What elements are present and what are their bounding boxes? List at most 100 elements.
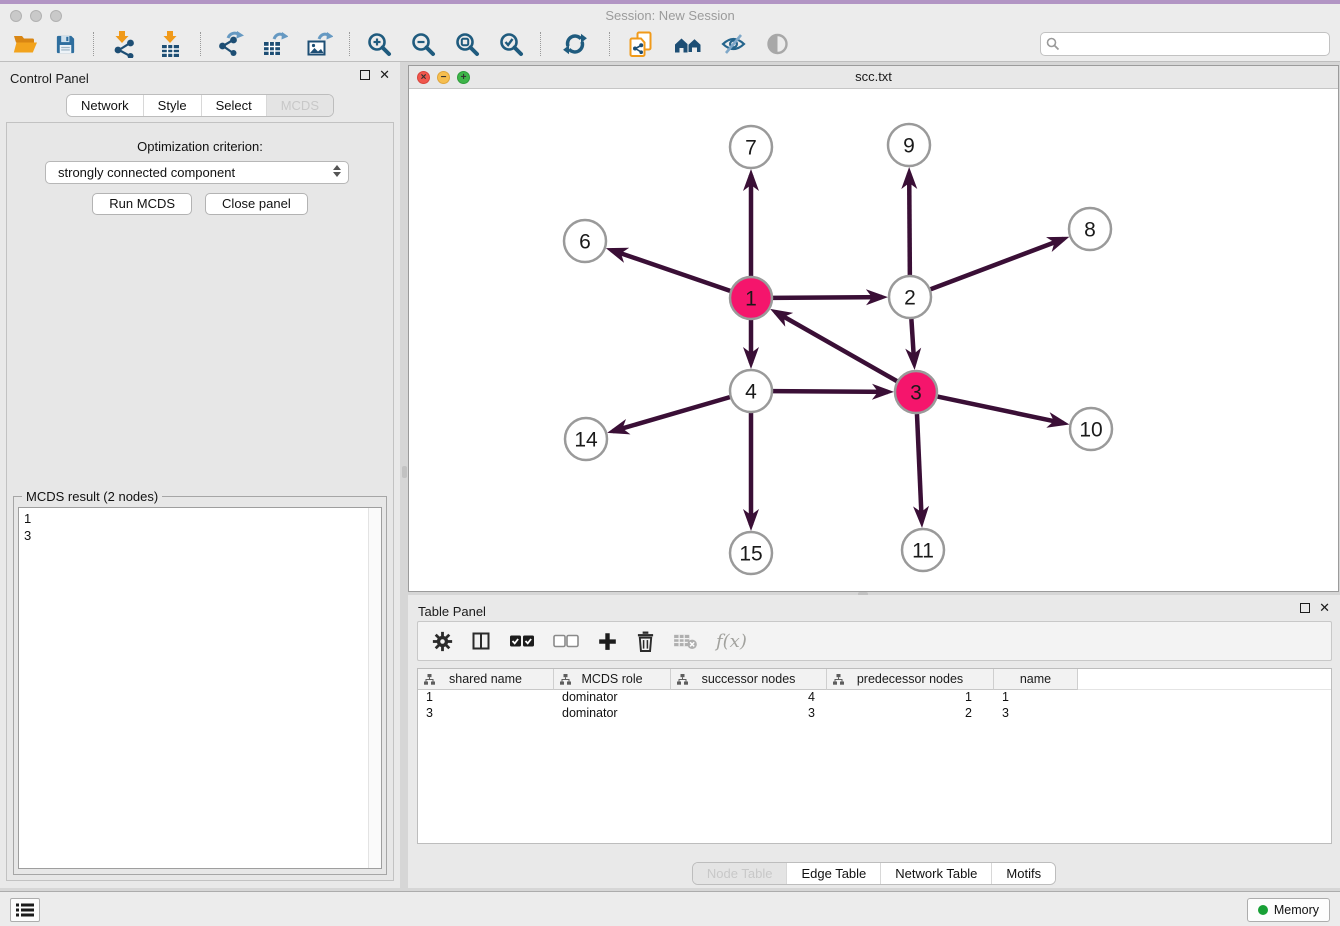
graph-node-3[interactable]: 3 xyxy=(895,371,937,413)
zoom-out-button[interactable] xyxy=(401,28,445,60)
result-scrollbar[interactable] xyxy=(368,508,381,868)
graph-node-8[interactable]: 8 xyxy=(1069,208,1111,250)
import-network-button[interactable] xyxy=(101,28,147,60)
split-columns-icon xyxy=(471,631,491,651)
graph-node-15[interactable]: 15 xyxy=(730,532,772,574)
toolbar-divider xyxy=(609,32,610,56)
table-tab-motifs[interactable]: Motifs xyxy=(991,863,1055,884)
export-network-button[interactable] xyxy=(208,28,252,60)
refresh-icon xyxy=(562,31,588,57)
graph-edge-4-14[interactable] xyxy=(613,397,730,431)
table-cell[interactable]: dominator xyxy=(554,690,671,706)
import-table-icon xyxy=(156,30,184,58)
table-tab-node-table[interactable]: Node Table xyxy=(693,863,787,884)
eye-icon xyxy=(765,32,790,56)
add-column-button[interactable] xyxy=(597,631,618,652)
column-settings-button[interactable] xyxy=(432,631,453,652)
save-session-button[interactable] xyxy=(44,28,86,60)
export-table-button[interactable] xyxy=(252,28,296,60)
select-all-button[interactable] xyxy=(509,634,535,648)
table-cell[interactable]: 3 xyxy=(994,706,1078,722)
graph-edge-2-8[interactable] xyxy=(931,239,1064,289)
hide-graphics-details-button[interactable] xyxy=(711,28,755,60)
table-cell[interactable]: 3 xyxy=(418,706,554,722)
clone-network-button[interactable] xyxy=(617,28,665,60)
table-cell[interactable]: 2 xyxy=(827,706,994,722)
zoom-fit-button[interactable] xyxy=(445,28,489,60)
open-session-button[interactable] xyxy=(6,28,44,60)
apply-function-button[interactable]: f(x) xyxy=(716,631,747,652)
delete-table-button[interactable] xyxy=(673,632,698,650)
float-panel-icon[interactable] xyxy=(360,70,370,80)
table-tab-network-table[interactable]: Network Table xyxy=(880,863,991,884)
network-canvas[interactable]: 7 9 6 8 1 2 4 3 14 10 15 11 xyxy=(409,89,1338,591)
optimization-criterion-label: Optimization criterion: xyxy=(7,139,393,154)
deselect-all-button[interactable] xyxy=(553,634,579,648)
search-input[interactable] xyxy=(1040,32,1330,56)
graph-node-9[interactable]: 9 xyxy=(888,124,930,166)
table-cell[interactable]: dominator xyxy=(554,706,671,722)
mcds-tab-content: Optimization criterion: strongly connect… xyxy=(6,122,394,881)
delete-columns-button[interactable] xyxy=(636,631,655,652)
table-cell[interactable]: 1 xyxy=(827,690,994,706)
graph-edge-2-3[interactable] xyxy=(911,319,914,364)
column-header-name[interactable]: name xyxy=(994,669,1078,690)
split-panel-button[interactable] xyxy=(471,631,491,651)
graph-node-4[interactable]: 4 xyxy=(730,370,772,412)
graph-node-11[interactable]: 11 xyxy=(902,529,944,571)
table-cell[interactable]: 3 xyxy=(671,706,827,722)
column-header-label: MCDS role xyxy=(581,672,642,686)
mcds-result-title: MCDS result (2 nodes) xyxy=(22,489,162,504)
table-row[interactable]: 1dominator411 xyxy=(418,690,1331,706)
clone-network-icon xyxy=(628,30,655,58)
first-neighbors-button[interactable] xyxy=(665,28,711,60)
close-table-panel-icon[interactable]: ✕ xyxy=(1319,603,1330,613)
control-tab-mcds[interactable]: MCDS xyxy=(266,95,333,116)
memory-status-icon xyxy=(1258,905,1268,915)
close-panel-icon[interactable]: ✕ xyxy=(379,70,390,80)
table-cell[interactable]: 4 xyxy=(671,690,827,706)
float-table-panel-icon[interactable] xyxy=(1300,603,1310,613)
table-cell[interactable]: 1 xyxy=(418,690,554,706)
graph-edge-4-3[interactable] xyxy=(773,391,888,392)
control-tab-style[interactable]: Style xyxy=(143,95,201,116)
graph-node-6[interactable]: 6 xyxy=(564,220,606,262)
run-mcds-button[interactable]: Run MCDS xyxy=(92,193,192,215)
memory-button[interactable]: Memory xyxy=(1247,898,1330,922)
graph-edge-1-2[interactable] xyxy=(773,297,882,298)
criterion-dropdown[interactable]: strongly connected component xyxy=(45,161,349,184)
graph-edge-1-6[interactable] xyxy=(611,250,730,291)
graph-edge-3-1[interactable] xyxy=(775,312,897,381)
graph-edge-3-10[interactable] xyxy=(938,397,1064,424)
table-cell[interactable]: 1 xyxy=(994,690,1078,706)
zoom-selected-button[interactable] xyxy=(489,28,533,60)
graph-node-1[interactable]: 1 xyxy=(730,277,772,319)
table-row[interactable]: 3dominator323 xyxy=(418,706,1331,722)
vertical-splitter-grip[interactable] xyxy=(402,466,407,478)
refresh-layout-button[interactable] xyxy=(548,28,602,60)
show-graphics-details-button[interactable] xyxy=(755,28,799,60)
control-tab-select[interactable]: Select xyxy=(201,95,266,116)
close-panel-button[interactable]: Close panel xyxy=(205,193,308,215)
import-table-button[interactable] xyxy=(147,28,193,60)
export-network-icon xyxy=(216,30,244,58)
column-header-successor-nodes[interactable]: successor nodes xyxy=(671,669,827,690)
export-image-button[interactable] xyxy=(296,28,342,60)
graph-edge-2-9[interactable] xyxy=(909,173,910,275)
zoom-in-button[interactable] xyxy=(357,28,401,60)
column-header-MCDS-role[interactable]: MCDS role xyxy=(554,669,671,690)
graph-node-14[interactable]: 14 xyxy=(565,418,607,460)
control-tab-network[interactable]: Network xyxy=(67,95,143,116)
dropdown-stepper-icon xyxy=(333,165,341,177)
network-view-window: × − + scc.txt 7968124314101511 xyxy=(408,65,1339,592)
column-header-shared-name[interactable]: shared name xyxy=(418,669,554,690)
node-label: 10 xyxy=(1079,419,1102,442)
table-tab-edge-table[interactable]: Edge Table xyxy=(786,863,880,884)
graph-node-10[interactable]: 10 xyxy=(1070,408,1112,450)
graph-edge-3-11[interactable] xyxy=(917,414,922,522)
graph-node-2[interactable]: 2 xyxy=(889,276,931,318)
column-header-predecessor-nodes[interactable]: predecessor nodes xyxy=(827,669,994,690)
task-history-button[interactable] xyxy=(10,898,40,922)
toolbar-search xyxy=(1040,32,1330,56)
graph-node-7[interactable]: 7 xyxy=(730,126,772,168)
